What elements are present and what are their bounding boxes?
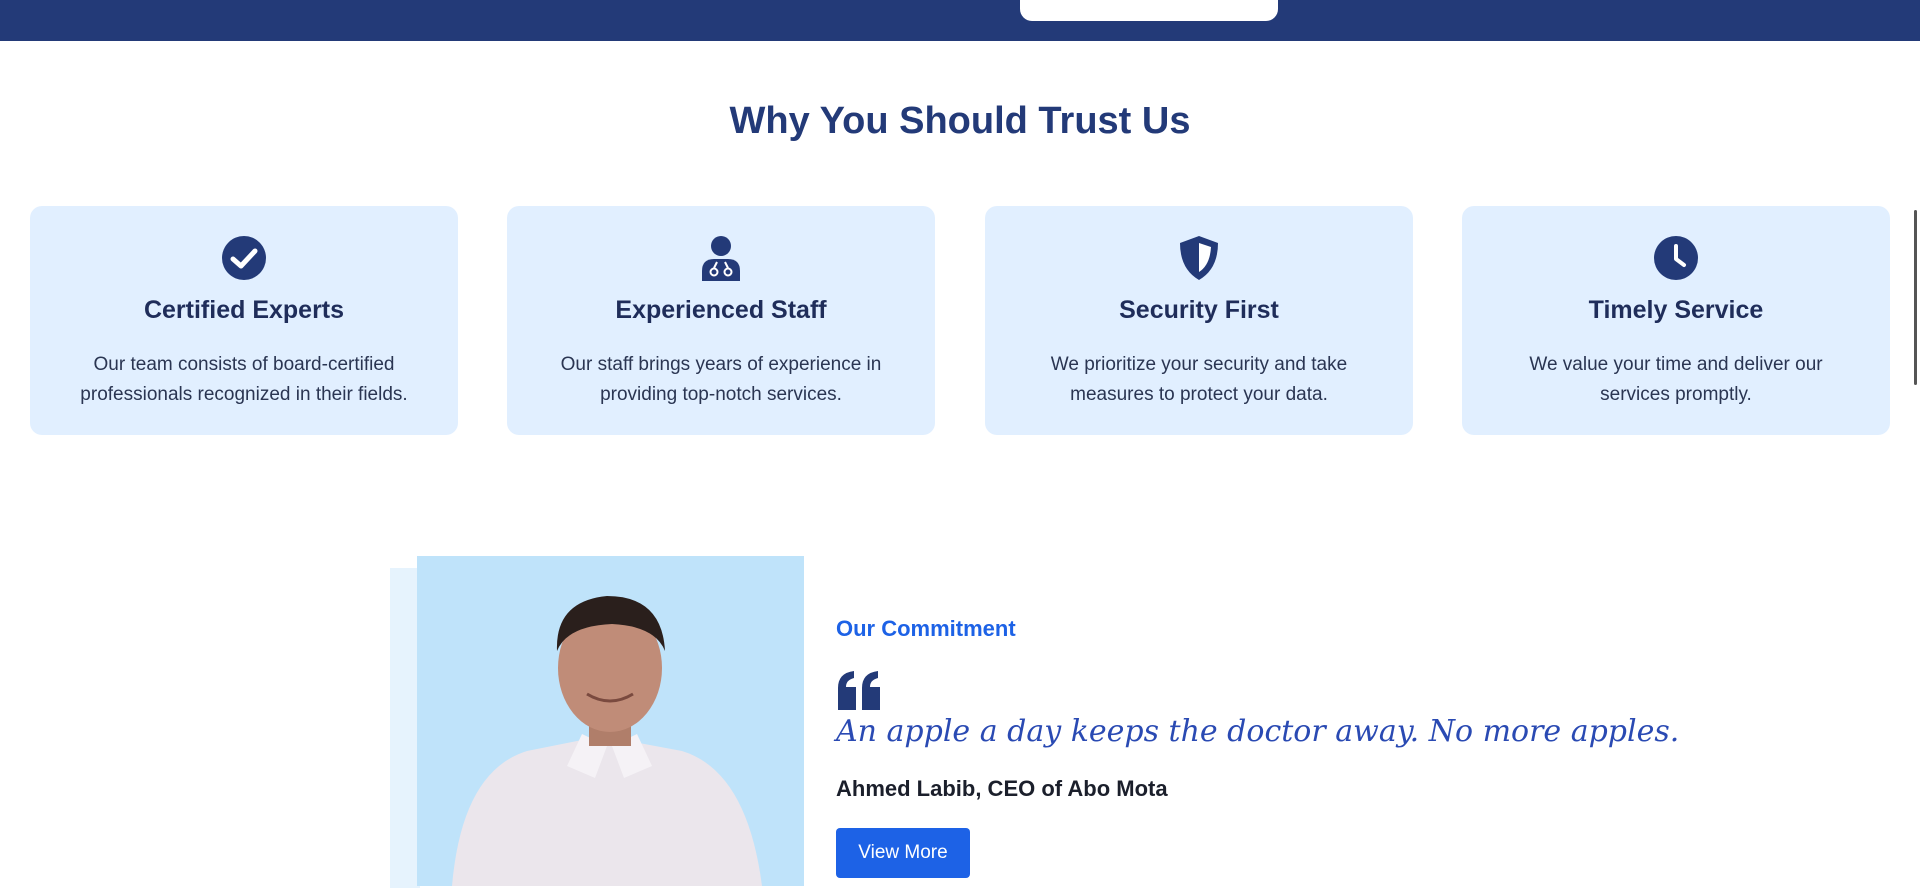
nav-tab[interactable] (1020, 0, 1278, 21)
card-description: We value your time and deliver our servi… (1529, 354, 1823, 405)
view-more-button[interactable]: View More (836, 828, 970, 878)
card-security-first: Security First We prioritize your securi… (985, 206, 1413, 435)
card-title: Certified Experts (143, 296, 345, 324)
scrollbar-thumb[interactable] (1914, 210, 1917, 385)
section-title: Why You Should Trust Us (729, 100, 1191, 142)
card-description: Our team consists of board-certified pro… (80, 354, 408, 405)
commitment-quote: An apple a day keeps the doctor away. No… (836, 714, 1680, 749)
card-certified-experts: Certified Experts Our team consists of b… (30, 206, 458, 435)
commitment-kicker: Our Commitment (836, 616, 1016, 641)
photo-backdrop (390, 568, 420, 888)
card-experienced-staff: Experienced Staff Our staff brings years… (507, 206, 935, 435)
card-description: Our staff brings years of experience in … (560, 354, 882, 405)
doctor-icon (702, 236, 740, 281)
top-navigation-bar (0, 0, 1920, 41)
card-timely-service: Timely Service We value your time and de… (1462, 206, 1890, 435)
quote-author: Ahmed Labib, CEO of Abo Mota (836, 776, 1168, 801)
card-title: Timely Service (1588, 296, 1764, 324)
clock-icon (1654, 236, 1698, 280)
person-illustration (452, 596, 762, 886)
card-description: We prioritize your security and take mea… (1050, 354, 1348, 405)
check-circle-icon (222, 236, 266, 280)
ceo-photo (417, 556, 804, 886)
card-title: Security First (1119, 296, 1279, 324)
card-title: Experienced Staff (615, 296, 827, 324)
quote-left-icon (838, 671, 880, 710)
shield-icon (1180, 236, 1218, 280)
